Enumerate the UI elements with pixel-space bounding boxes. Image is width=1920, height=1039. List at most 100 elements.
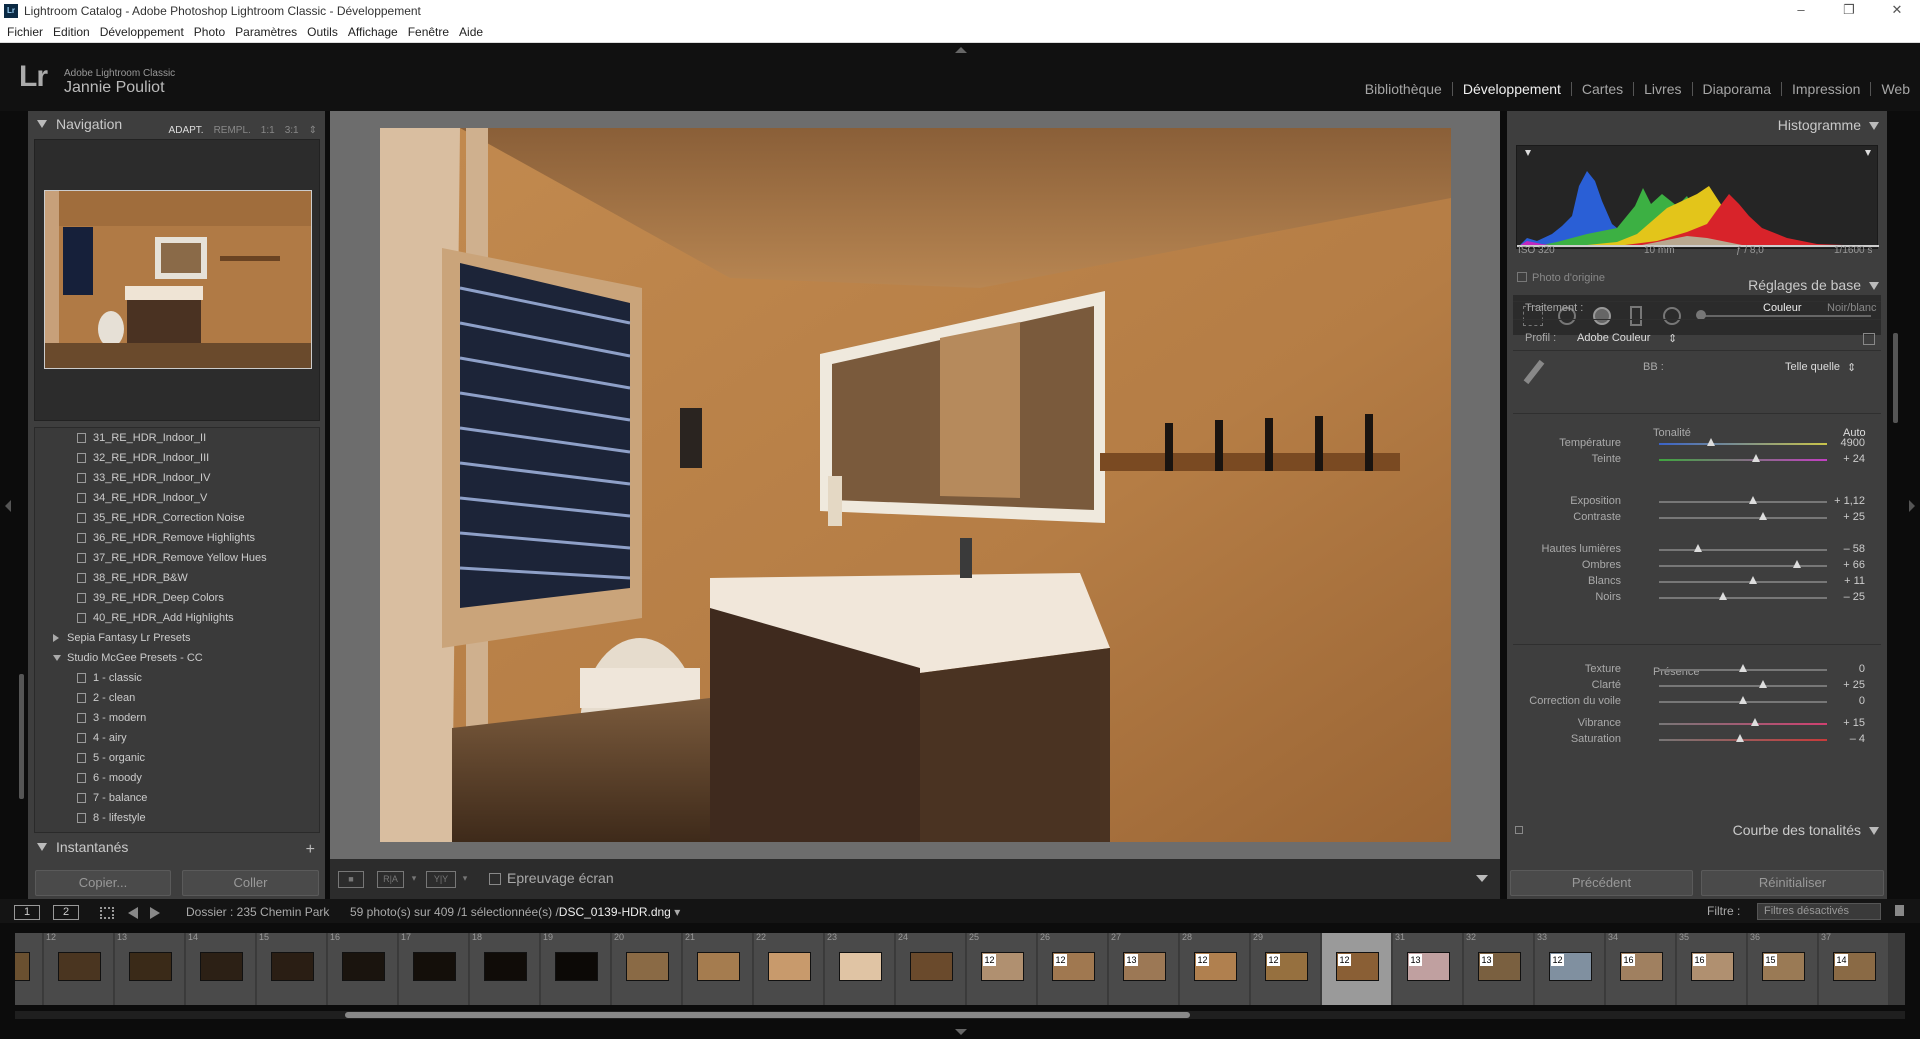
graduated-filter-icon[interactable] — [1630, 306, 1642, 326]
slider-track[interactable] — [1659, 459, 1827, 461]
filmstrip-thumbnail[interactable]: 35 16 — [1677, 933, 1747, 1005]
stack-count-badge[interactable]: 12 — [1551, 954, 1564, 966]
module-developpement[interactable]: Développement — [1451, 82, 1571, 96]
module-impression[interactable]: Impression — [1780, 82, 1870, 96]
filter-lock-icon[interactable] — [1895, 905, 1904, 916]
slider-value[interactable]: + 1,12 — [1834, 495, 1865, 507]
slider-value[interactable]: + 11 — [1844, 575, 1865, 587]
slider-thumb[interactable] — [1750, 718, 1759, 726]
slider-value[interactable]: + 24 — [1843, 453, 1865, 465]
menu-affichage[interactable]: Affichage — [343, 22, 403, 42]
zoom-stepper-icon[interactable]: ⇕ — [309, 125, 317, 136]
collapse-triangle-icon[interactable] — [1869, 827, 1879, 836]
filmstrip-thumbnail[interactable]: 31 13 — [1393, 933, 1463, 1005]
navigator-header[interactable]: Navigation ADAPT. REMPL. 1:1 3:1 ⇕ — [28, 111, 325, 137]
preset-item[interactable]: 5 - organic — [35, 748, 319, 768]
before-after-yy-icon[interactable]: Y|Y — [426, 871, 456, 888]
module-web[interactable]: Web — [1870, 82, 1920, 96]
slider-thumb[interactable] — [1707, 438, 1716, 446]
preset-item[interactable]: 2 - clean — [35, 688, 319, 708]
slider-value[interactable]: + 66 — [1843, 559, 1865, 571]
original-photo-checkbox[interactable] — [1517, 272, 1527, 282]
slider-saturation[interactable]: Saturation – 4 — [1513, 731, 1881, 749]
slider-thumb[interactable] — [1718, 592, 1727, 600]
collapse-filmstrip-icon[interactable] — [955, 1029, 967, 1035]
filmstrip-thumbnail[interactable]: 18 — [470, 933, 540, 1005]
filmstrip-thumbnail[interactable] — [15, 933, 43, 1005]
slider-track[interactable] — [1659, 597, 1827, 599]
preset-item[interactable]: 35_RE_HDR_Correction Noise — [35, 508, 319, 528]
filter-select[interactable]: Filtres désactivés — [1757, 903, 1881, 920]
zoom-3-1-option[interactable]: 3:1 — [285, 125, 299, 136]
photo-count[interactable]: 59 photo(s) sur 409 /1 sélectionnée(s) /… — [350, 905, 680, 919]
minimize-icon[interactable]: – — [1778, 0, 1824, 22]
slider-thumb[interactable] — [1749, 576, 1758, 584]
filmstrip-thumbnail[interactable]: 34 16 — [1606, 933, 1676, 1005]
expanded-triangle-icon[interactable] — [53, 655, 61, 661]
menu-photo[interactable]: Photo — [189, 22, 230, 42]
image-viewer[interactable] — [330, 111, 1500, 859]
previous-button[interactable]: Précédent — [1510, 870, 1693, 896]
chevron-down-icon[interactable]: ▾ — [410, 871, 418, 888]
slider-thumb[interactable] — [1792, 560, 1801, 568]
primary-window-button[interactable]: 1 — [14, 905, 40, 920]
filmstrip-thumbnail[interactable]: 32 13 — [1464, 933, 1534, 1005]
slider-track[interactable] — [1659, 565, 1827, 567]
stack-count-badge[interactable]: 12 — [983, 954, 996, 966]
menu-parametres[interactable]: Paramètres — [230, 22, 302, 42]
filmstrip-thumbnail[interactable]: 29 12 — [1251, 933, 1321, 1005]
stack-count-badge[interactable]: 13 — [1125, 954, 1138, 966]
preset-item[interactable]: 33_RE_HDR_Indoor_IV — [35, 468, 319, 488]
filmstrip-thumbnail[interactable]: 23 — [825, 933, 895, 1005]
stack-count-badge[interactable]: 13 — [1480, 954, 1493, 966]
slider-track[interactable] — [1659, 549, 1827, 551]
collapse-triangle-icon[interactable] — [1869, 122, 1879, 131]
filmstrip-scrollbar-thumb[interactable] — [345, 1012, 1190, 1018]
collapse-left-panel-icon[interactable] — [5, 500, 11, 512]
filmstrip-thumbnail[interactable]: 28 12 — [1180, 933, 1250, 1005]
preset-item[interactable]: 8 - lifestyle — [35, 808, 319, 828]
stack-count-badge[interactable]: 12 — [1267, 954, 1280, 966]
tone-curve-toggle-icon[interactable] — [1515, 826, 1523, 834]
slider-track[interactable] — [1659, 501, 1827, 503]
grid-view-icon[interactable] — [100, 907, 114, 919]
filmstrip-thumbnail[interactable]: 20 — [612, 933, 682, 1005]
stack-count-badge[interactable]: 16 — [1693, 954, 1706, 966]
stack-count-badge[interactable]: 16 — [1622, 954, 1635, 966]
slider-thumb[interactable] — [1759, 680, 1768, 688]
slider-thumb[interactable] — [1735, 734, 1744, 742]
filmstrip-thumbnail[interactable]: 27 13 — [1109, 933, 1179, 1005]
menu-fichier[interactable]: Fichier — [2, 22, 48, 42]
menu-aide[interactable]: Aide — [454, 22, 488, 42]
slider-value[interactable]: 0 — [1859, 695, 1865, 707]
menu-edition[interactable]: Edition — [48, 22, 95, 42]
filmstrip-thumbnail[interactable]: 16 — [328, 933, 398, 1005]
slider-track[interactable] — [1659, 581, 1827, 583]
before-after-ra-icon[interactable]: R|A — [377, 871, 404, 888]
add-snapshot-icon[interactable]: + — [306, 837, 315, 863]
chevron-down-icon[interactable]: ▾ — [461, 871, 469, 888]
slider-teinte[interactable]: Teinte + 24 — [1513, 451, 1881, 469]
snapshots-header[interactable]: Instantanés + — [28, 834, 325, 860]
zoom-fill-option[interactable]: REMPL. — [214, 125, 251, 136]
preset-item[interactable]: 38_RE_HDR_B&W — [35, 568, 319, 588]
preset-group[interactable]: Sepia Fantasy Lr Presets — [35, 628, 319, 648]
navigator-preview[interactable] — [34, 139, 320, 421]
slider-contraste[interactable]: Contraste + 25 — [1513, 509, 1881, 527]
filmstrip-thumbnail[interactable]: 30 12 — [1322, 933, 1392, 1005]
slider-value[interactable]: – 58 — [1844, 543, 1865, 555]
filmstrip-thumbnail[interactable]: 13 — [115, 933, 185, 1005]
slider-thumb[interactable] — [1739, 664, 1747, 672]
right-panel-scrollbar[interactable] — [1893, 333, 1898, 423]
preset-item[interactable]: 32_RE_HDR_Indoor_III — [35, 448, 319, 468]
white-balance-picker-icon[interactable] — [1523, 359, 1545, 385]
slider-value[interactable]: + 25 — [1843, 511, 1865, 523]
navigator-thumbnail[interactable] — [44, 190, 312, 369]
collapse-triangle-icon[interactable] — [37, 120, 47, 128]
filmstrip-thumbnail[interactable]: 21 — [683, 933, 753, 1005]
filmstrip-thumbnail[interactable]: 25 12 — [967, 933, 1037, 1005]
wb-select[interactable]: Telle quelle — [1785, 361, 1840, 373]
filmstrip-thumbnail[interactable]: 12 — [44, 933, 114, 1005]
preset-item[interactable]: 7 - balance — [35, 788, 319, 808]
collapsed-triangle-icon[interactable] — [53, 634, 59, 642]
